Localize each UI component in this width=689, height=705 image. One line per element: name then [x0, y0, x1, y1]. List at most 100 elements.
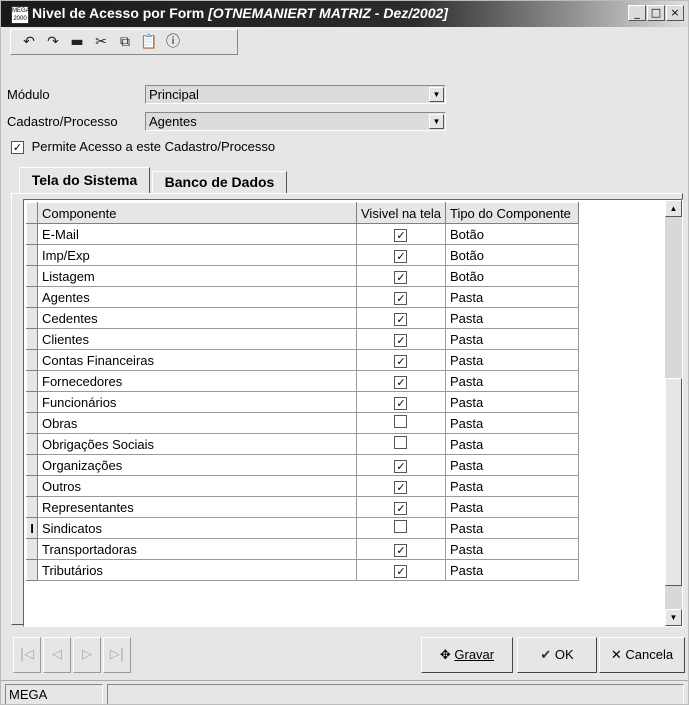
cell-tipo[interactable]: Pasta: [444, 475, 579, 497]
row-indicator[interactable]: [26, 265, 38, 287]
title-bar[interactable]: MEGA 2000 Nivel de Acesso por Form [OTNEM…: [1, 1, 688, 27]
cell-tipo[interactable]: Botão: [444, 223, 579, 245]
header-visivel[interactable]: Visivel na tela: [356, 202, 446, 224]
cell-tipo[interactable]: Pasta: [444, 307, 579, 329]
cell-tipo[interactable]: Pasta: [444, 286, 579, 308]
nav-last-icon[interactable]: ▷|: [103, 637, 131, 673]
undo-icon[interactable]: ↶: [17, 32, 41, 52]
cell-componente[interactable]: Fornecedores: [37, 370, 357, 392]
cell-componente[interactable]: Obrigações Sociais: [37, 433, 357, 455]
cancela-button[interactable]: ✕ Cancela: [599, 637, 685, 673]
table-row[interactable]: Obras Pasta: [26, 412, 579, 434]
visivel-checkbox[interactable]: ✓: [394, 375, 408, 389]
table-row[interactable]: E-Mail ✓ Botão: [26, 223, 579, 245]
visivel-checkbox[interactable]: ✓: [394, 396, 408, 410]
visivel-checkbox[interactable]: ✓: [394, 543, 408, 557]
cell-visivel[interactable]: ✓: [356, 538, 446, 560]
cell-tipo[interactable]: Botão: [444, 265, 579, 287]
table-row[interactable]: Clientes ✓ Pasta: [26, 328, 579, 350]
cell-componente[interactable]: Sindicatos: [37, 517, 357, 539]
copy-icon[interactable]: ⧉: [113, 32, 137, 52]
scroll-up-icon[interactable]: ▲: [665, 200, 682, 217]
chevron-down-icon[interactable]: ▼: [429, 87, 444, 102]
cell-visivel[interactable]: ✓: [356, 328, 446, 350]
visivel-checkbox[interactable]: ✓: [394, 312, 408, 326]
visivel-checkbox[interactable]: ✓: [394, 333, 408, 347]
header-componente[interactable]: Componente: [37, 202, 357, 224]
visivel-checkbox[interactable]: ✓: [394, 249, 408, 263]
cell-componente[interactable]: Outros: [37, 475, 357, 497]
vertical-scrollbar[interactable]: ▲ ▼: [665, 200, 682, 626]
cell-componente[interactable]: E-Mail: [37, 223, 357, 245]
visivel-checkbox[interactable]: ✓: [394, 564, 408, 578]
row-indicator[interactable]: [26, 412, 38, 434]
minimize-button[interactable]: _: [628, 5, 646, 21]
cell-visivel[interactable]: [356, 433, 446, 455]
row-indicator[interactable]: [26, 538, 38, 560]
cell-visivel[interactable]: ✓: [356, 496, 446, 518]
row-indicator[interactable]: [26, 286, 38, 308]
table-row[interactable]: Imp/Exp ✓ Botão: [26, 244, 579, 266]
cut-icon[interactable]: ✂: [89, 32, 113, 52]
visivel-checkbox[interactable]: ✓: [394, 459, 408, 473]
cell-componente[interactable]: Transportadoras: [37, 538, 357, 560]
ok-button[interactable]: ✔ OK: [517, 637, 597, 673]
table-row[interactable]: Fornecedores ✓ Pasta: [26, 370, 579, 392]
nav-first-icon[interactable]: |◁: [13, 637, 41, 673]
permite-checkbox[interactable]: ✓: [11, 141, 24, 154]
cell-visivel[interactable]: ✓: [356, 370, 446, 392]
table-row[interactable]: Cedentes ✓ Pasta: [26, 307, 579, 329]
info-icon[interactable]: ⓘ: [161, 32, 185, 52]
row-indicator[interactable]: [26, 559, 38, 581]
row-indicator[interactable]: [26, 370, 38, 392]
table-row[interactable]: Tributários ✓ Pasta: [26, 559, 579, 581]
tab-tela-do-sistema[interactable]: Tela do Sistema: [19, 167, 150, 194]
table-row[interactable]: Transportadoras ✓ Pasta: [26, 538, 579, 560]
visivel-checkbox[interactable]: [394, 520, 408, 533]
cell-visivel[interactable]: [356, 412, 446, 434]
table-row[interactable]: Outros ✓ Pasta: [26, 475, 579, 497]
cell-componente[interactable]: Representantes: [37, 496, 357, 518]
cadastro-select[interactable]: Agentes ▼: [145, 112, 446, 131]
redo-icon[interactable]: ↷: [41, 32, 65, 52]
row-indicator[interactable]: [26, 244, 38, 266]
cell-componente[interactable]: Listagem: [37, 265, 357, 287]
close-button[interactable]: ×: [666, 5, 684, 21]
visivel-checkbox[interactable]: ✓: [394, 270, 408, 284]
table-row[interactable]: Obrigações Sociais Pasta: [26, 433, 579, 455]
visivel-checkbox[interactable]: ✓: [394, 501, 408, 515]
chevron-down-icon[interactable]: ▼: [429, 114, 444, 129]
cell-componente[interactable]: Imp/Exp: [37, 244, 357, 266]
cell-tipo[interactable]: Pasta: [444, 517, 579, 539]
cell-tipo[interactable]: Botão: [444, 244, 579, 266]
table-row[interactable]: I Sindicatos Pasta: [26, 517, 579, 539]
table-row[interactable]: Organizações ✓ Pasta: [26, 454, 579, 476]
cell-visivel[interactable]: ✓: [356, 223, 446, 245]
cell-componente[interactable]: Clientes: [37, 328, 357, 350]
row-indicator[interactable]: [26, 328, 38, 350]
cell-componente[interactable]: Funcionários: [37, 391, 357, 413]
cell-componente[interactable]: Organizações: [37, 454, 357, 476]
table-row[interactable]: Listagem ✓ Botão: [26, 265, 579, 287]
row-indicator[interactable]: [26, 307, 38, 329]
scroll-down-icon[interactable]: ▼: [665, 609, 682, 626]
header-tipo[interactable]: Tipo do Componente: [444, 202, 579, 224]
cell-visivel[interactable]: ✓: [356, 559, 446, 581]
cell-tipo[interactable]: Pasta: [444, 496, 579, 518]
cell-componente[interactable]: Agentes: [37, 286, 357, 308]
cell-tipo[interactable]: Pasta: [444, 412, 579, 434]
cell-visivel[interactable]: ✓: [356, 475, 446, 497]
nav-prev-icon[interactable]: ◁: [43, 637, 71, 673]
row-indicator[interactable]: [26, 349, 38, 371]
visivel-checkbox[interactable]: ✓: [394, 354, 408, 368]
modulo-select[interactable]: Principal ▼: [145, 85, 446, 104]
visivel-checkbox[interactable]: [394, 436, 408, 449]
cell-tipo[interactable]: Pasta: [444, 559, 579, 581]
cell-componente[interactable]: Tributários: [37, 559, 357, 581]
table-row[interactable]: Contas Financeiras ✓ Pasta: [26, 349, 579, 371]
visivel-checkbox[interactable]: [394, 415, 408, 428]
row-indicator[interactable]: [26, 433, 38, 455]
cell-visivel[interactable]: ✓: [356, 307, 446, 329]
cell-visivel[interactable]: ✓: [356, 391, 446, 413]
table-row[interactable]: Representantes ✓ Pasta: [26, 496, 579, 518]
